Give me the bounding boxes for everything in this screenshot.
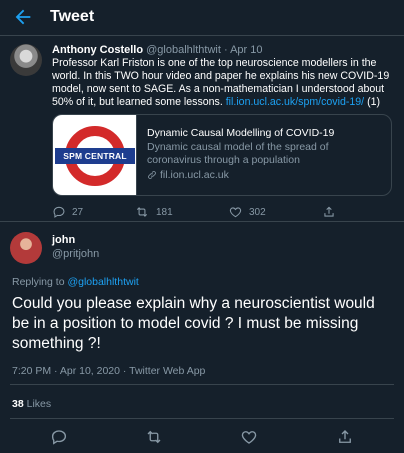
reply-icon[interactable]: [52, 205, 66, 219]
tweet-text: Could you please explain why a neuroscie…: [12, 295, 375, 352]
divider: [10, 384, 394, 385]
retweet-icon[interactable]: [134, 205, 150, 219]
reply-count: 27: [72, 206, 84, 218]
card-title: Dynamic Causal Modelling of COVID-19: [147, 127, 335, 139]
page-title: Tweet: [50, 8, 95, 25]
card-url-text: fil.ion.ucl.ac.uk: [160, 169, 229, 181]
tweet-actions: 27 181 302: [52, 204, 352, 220]
reply-actions: [0, 428, 404, 446]
logo-bar: SPM CENTRAL: [55, 148, 135, 164]
tweet-date[interactable]: Apr 10: [230, 44, 262, 56]
avatar[interactable]: [10, 44, 42, 76]
author-handle[interactable]: @pritjohn: [52, 248, 99, 260]
author-name[interactable]: john: [52, 234, 75, 246]
avatar[interactable]: [10, 232, 42, 264]
top-bar: Tweet: [0, 0, 404, 36]
link-card[interactable]: SPM CENTRAL Dynamic Causal Modelling of …: [52, 114, 392, 196]
author-name[interactable]: Anthony Costello: [52, 44, 143, 56]
share-icon[interactable]: [322, 205, 336, 219]
like-count: 302: [249, 206, 266, 218]
retweet-icon[interactable]: [145, 428, 163, 446]
card-image: SPM CENTRAL: [53, 115, 137, 195]
reply-tweet: john @pritjohn Replying to @globalhlthtw…: [0, 222, 404, 453]
dot-separator: ·: [223, 44, 228, 56]
retweet-action[interactable]: 181: [134, 204, 173, 220]
reply-action[interactable]: 27: [52, 204, 83, 220]
tweet-link[interactable]: fil.ion.ucl.ac.uk/spm/covid-19/: [226, 96, 364, 108]
card-description: Dynamic causal model of the spread of co…: [147, 141, 329, 166]
card-body: Dynamic Causal Modelling of COVID-19 Dyn…: [147, 127, 385, 181]
retweet-count: 181: [156, 206, 173, 218]
replying-handle[interactable]: @globalhlthtwit: [67, 276, 138, 288]
replying-to: Replying to @globalhlthtwit: [12, 276, 139, 288]
divider: [10, 418, 394, 419]
link-icon: [147, 170, 157, 180]
likes-count: 38: [12, 398, 24, 410]
back-arrow-icon[interactable]: [12, 6, 34, 28]
heart-icon[interactable]: [228, 205, 243, 219]
author-handle[interactable]: @globalhlthtwit: [146, 44, 221, 56]
quoted-tweet[interactable]: Anthony Costello @globalhlthtwit · Apr 1…: [0, 36, 404, 222]
tweet-text: Professor Karl Friston is one of the top…: [52, 57, 397, 109]
like-action[interactable]: 302: [228, 204, 266, 220]
card-url: fil.ion.ucl.ac.uk: [147, 169, 385, 181]
likes-label: Likes: [26, 398, 52, 410]
tweet-link-suffix: (1): [367, 96, 381, 108]
likes-summary[interactable]: 38 Likes: [12, 398, 51, 410]
share-action[interactable]: [322, 204, 336, 220]
reply-icon[interactable]: [50, 428, 68, 446]
tweet-meta: 7:20 PM · Apr 10, 2020 · Twitter Web App: [12, 365, 206, 377]
share-icon[interactable]: [336, 428, 354, 446]
heart-icon[interactable]: [240, 428, 258, 446]
replying-prefix: Replying to: [12, 276, 65, 288]
tweet-header: Anthony Costello @globalhlthtwit · Apr 1…: [52, 44, 263, 56]
